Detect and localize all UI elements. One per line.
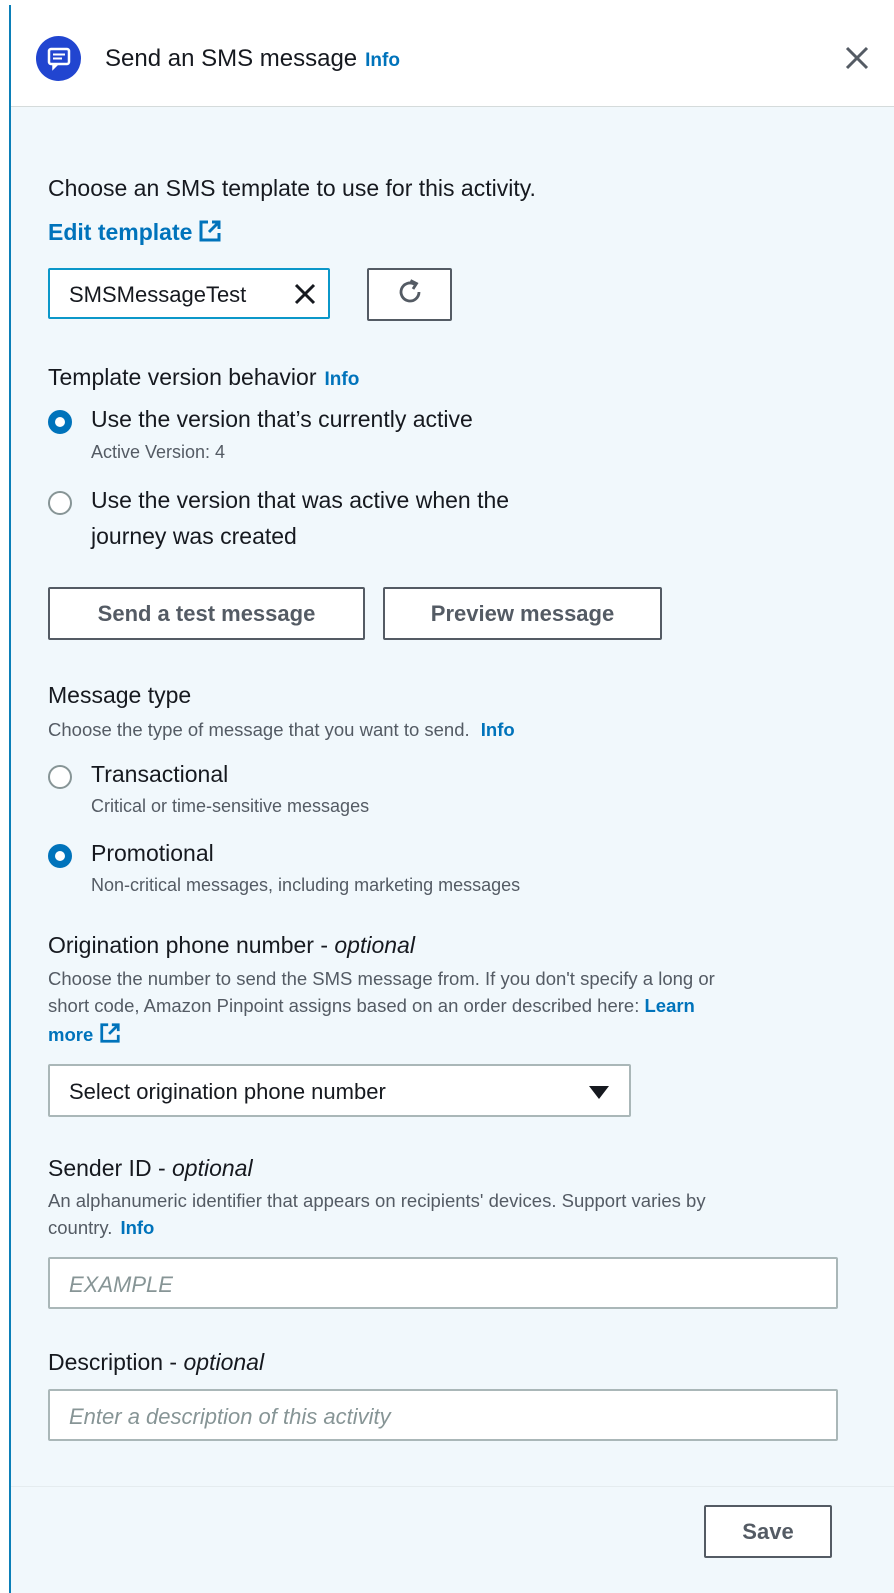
sender-id-label: Sender ID - optional	[48, 1155, 253, 1182]
learn-more-external-icon	[99, 1022, 121, 1051]
external-link-icon	[198, 219, 222, 249]
refresh-icon	[395, 277, 425, 312]
sender-id-description-line2: country.	[48, 1217, 113, 1238]
radio-transactional-label: Transactional	[91, 761, 229, 787]
sender-id-description: An alphanumeric identifier that appears …	[48, 1187, 706, 1241]
panel-header: Send an SMS message Info	[11, 5, 894, 107]
origination-description-line1: Choose the number to send the SMS messag…	[48, 968, 715, 989]
sender-id-label-text: Sender ID -	[48, 1155, 172, 1181]
sender-id-description-line2-row: country. Info	[48, 1214, 706, 1241]
learn-more-row: more	[48, 1021, 715, 1051]
origination-description-line2-row: short code, Amazon Pinpoint assigns base…	[48, 992, 715, 1019]
sender-id-description-line1: An alphanumeric identifier that appears …	[48, 1190, 706, 1211]
description-input[interactable]: Enter a description of this activity	[48, 1389, 838, 1441]
description-placeholder: Enter a description of this activity	[69, 1404, 391, 1429]
edit-template-link[interactable]: Edit template	[48, 219, 222, 249]
origination-label: Origination phone number - optional	[48, 932, 415, 959]
radio-original-version[interactable]	[48, 491, 72, 515]
message-type-description: Choose the type of message that you want…	[48, 716, 515, 743]
message-type-label: Message type	[48, 682, 192, 708]
version-behavior-label: Template version behavior Info	[48, 364, 359, 391]
refresh-templates-button[interactable]	[367, 268, 452, 321]
sender-id-optional: optional	[172, 1155, 253, 1181]
active-version-text: Active Version: 4	[91, 442, 226, 462]
radio-current-version[interactable]	[48, 410, 72, 434]
origination-description: Choose the number to send the SMS messag…	[48, 965, 715, 1051]
message-type-description-text: Choose the type of message that you want…	[48, 719, 470, 740]
send-test-message-button[interactable]: Send a test message	[48, 587, 365, 640]
close-icon[interactable]	[840, 41, 874, 75]
radio-current-version-label: Use the version that’s currently active	[91, 406, 473, 432]
version-behavior-label-text: Template version behavior	[48, 364, 317, 390]
selected-template-token[interactable]: SMSMessageTest	[48, 268, 330, 319]
sms-message-icon	[36, 36, 81, 81]
header-info-link[interactable]: Info	[365, 50, 400, 71]
description-label-text: Description -	[48, 1349, 184, 1375]
transactional-description: Critical or time-sensitive messages	[91, 796, 370, 816]
origination-optional: optional	[334, 932, 415, 958]
sender-id-info-link[interactable]: Info	[120, 1217, 154, 1238]
sms-activity-panel: Send an SMS message Info Choose an SMS te…	[9, 5, 894, 1593]
panel-title: Send an SMS message Info	[105, 45, 400, 73]
panel-footer: Save	[11, 1486, 894, 1593]
message-type-info-link[interactable]: Info	[481, 719, 515, 740]
learn-more-link-part2[interactable]: more	[48, 1024, 93, 1045]
promotional-description: Non-critical messages, including marketi…	[91, 875, 521, 895]
origination-select-value: Select origination phone number	[69, 1079, 386, 1104]
radio-transactional[interactable]	[48, 765, 72, 789]
origination-description-line2: short code, Amazon Pinpoint assigns base…	[48, 995, 645, 1016]
panel-title-text: Send an SMS message	[105, 45, 358, 72]
radio-original-version-label-line1: Use the version that was active when the	[91, 487, 510, 513]
remove-template-icon[interactable]	[292, 281, 318, 307]
caret-down-icon	[589, 1086, 609, 1099]
origination-phone-select[interactable]: Select origination phone number	[48, 1064, 631, 1117]
radio-original-version-label-line2: journey was created	[91, 523, 297, 549]
sender-id-placeholder: EXAMPLE	[69, 1272, 173, 1297]
learn-more-link-part1[interactable]: Learn	[644, 995, 694, 1016]
version-info-link[interactable]: Info	[324, 369, 359, 390]
sender-id-input[interactable]: EXAMPLE	[48, 1257, 838, 1309]
description-label: Description - optional	[48, 1349, 264, 1376]
edit-template-label[interactable]: Edit template	[48, 219, 192, 245]
selected-template-name: SMSMessageTest	[69, 282, 247, 307]
origination-label-text: Origination phone number -	[48, 932, 335, 958]
preview-message-button[interactable]: Preview message	[383, 587, 662, 640]
radio-promotional[interactable]	[48, 844, 72, 868]
description-optional: optional	[183, 1349, 265, 1375]
template-instruction: Choose an SMS template to use for this a…	[48, 175, 536, 201]
save-button[interactable]: Save	[704, 1505, 832, 1558]
radio-promotional-label: Promotional	[91, 840, 214, 866]
